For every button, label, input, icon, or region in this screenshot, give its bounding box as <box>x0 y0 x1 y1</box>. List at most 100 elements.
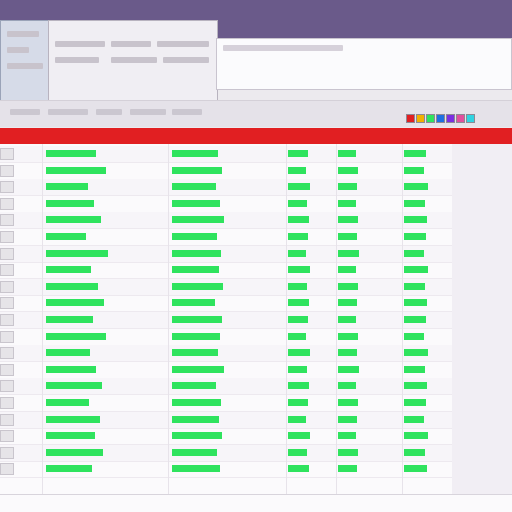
table-cell[interactable] <box>46 349 90 357</box>
column-header[interactable] <box>168 128 278 144</box>
row-header[interactable] <box>0 397 14 409</box>
table-cell[interactable] <box>404 266 428 274</box>
ribbon-item[interactable] <box>111 57 157 63</box>
table-cell[interactable] <box>338 166 358 174</box>
table-cell[interactable] <box>338 415 357 423</box>
table-cell[interactable] <box>172 282 223 290</box>
toolbar-item[interactable] <box>130 109 166 115</box>
column-header[interactable] <box>0 128 20 144</box>
table-cell[interactable] <box>288 233 308 240</box>
row-header[interactable] <box>0 314 14 326</box>
table-cell[interactable] <box>404 282 425 290</box>
table-row[interactable] <box>0 411 452 429</box>
table-row[interactable] <box>0 329 452 346</box>
color-swatch-icon[interactable] <box>466 114 475 123</box>
color-swatch-icon[interactable] <box>426 114 435 123</box>
table-cell[interactable] <box>404 399 426 406</box>
row-header[interactable] <box>0 413 14 426</box>
table-cell[interactable] <box>288 282 307 290</box>
formula-area[interactable] <box>216 38 512 90</box>
table-cell[interactable] <box>172 249 221 257</box>
table-cell[interactable] <box>338 465 357 473</box>
table-cell[interactable] <box>46 266 91 274</box>
table-cell[interactable] <box>172 166 222 174</box>
table-row[interactable] <box>0 278 452 296</box>
table-cell[interactable] <box>288 432 310 440</box>
table-cell[interactable] <box>338 199 356 207</box>
ribbon-item[interactable] <box>55 57 99 63</box>
table-cell[interactable] <box>46 316 93 323</box>
table-cell[interactable] <box>338 216 358 224</box>
table-cell[interactable] <box>172 415 219 423</box>
table-cell[interactable] <box>338 282 358 290</box>
table-cell[interactable] <box>404 299 427 307</box>
table-cell[interactable] <box>172 233 217 240</box>
table-cell[interactable] <box>46 233 86 240</box>
table-row[interactable] <box>0 428 452 446</box>
row-header[interactable] <box>0 280 14 293</box>
table-cell[interactable] <box>288 399 308 406</box>
column-header[interactable] <box>42 128 162 144</box>
row-header[interactable] <box>0 380 14 393</box>
table-cell[interactable] <box>404 183 428 191</box>
table-cell[interactable] <box>288 465 309 473</box>
color-swatch-icon[interactable] <box>456 114 465 123</box>
table-cell[interactable] <box>172 332 220 340</box>
table-cell[interactable] <box>404 216 427 224</box>
row-header[interactable] <box>0 347 14 360</box>
table-cell[interactable] <box>172 448 217 456</box>
color-swatch-icon[interactable] <box>406 114 415 123</box>
row-header[interactable] <box>0 164 14 177</box>
table-cell[interactable] <box>46 448 103 456</box>
table-row[interactable] <box>0 312 452 329</box>
table-cell[interactable] <box>338 249 359 257</box>
table-cell[interactable] <box>338 316 356 323</box>
table-cell[interactable] <box>404 465 427 473</box>
table-cell[interactable] <box>46 216 101 224</box>
ribbon-item[interactable] <box>55 41 105 47</box>
table-cell[interactable] <box>172 199 220 207</box>
table-cell[interactable] <box>288 382 309 390</box>
row-header[interactable] <box>0 430 14 443</box>
table-cell[interactable] <box>288 299 309 307</box>
table-row[interactable] <box>0 245 452 263</box>
toolbar-item[interactable] <box>48 109 88 115</box>
row-header[interactable] <box>0 463 14 476</box>
row-header[interactable] <box>0 363 14 376</box>
toolbar-item[interactable] <box>10 109 40 115</box>
color-swatch-icon[interactable] <box>446 114 455 123</box>
table-row[interactable] <box>0 378 452 396</box>
table-cell[interactable] <box>338 349 357 357</box>
table-cell[interactable] <box>338 183 357 191</box>
table-cell[interactable] <box>288 166 306 174</box>
table-cell[interactable] <box>172 365 224 373</box>
table-cell[interactable] <box>46 415 100 423</box>
table-cell[interactable] <box>288 415 306 423</box>
table-cell[interactable] <box>338 365 359 373</box>
row-header[interactable] <box>0 214 14 227</box>
table-cell[interactable] <box>338 432 356 440</box>
column-header[interactable] <box>336 128 396 144</box>
spreadsheet-grid[interactable] <box>0 128 512 512</box>
row-header[interactable] <box>0 197 14 210</box>
table-row[interactable] <box>0 179 452 197</box>
table-cell[interactable] <box>404 332 424 340</box>
table-row[interactable] <box>0 444 452 462</box>
quick-access-panel[interactable] <box>0 20 50 102</box>
table-cell[interactable] <box>172 465 220 473</box>
table-row[interactable] <box>0 196 452 213</box>
table-cell[interactable] <box>172 183 216 191</box>
table-cell[interactable] <box>288 216 309 224</box>
ribbon-item[interactable] <box>163 57 209 63</box>
table-cell[interactable] <box>46 382 102 390</box>
table-cell[interactable] <box>172 216 224 224</box>
table-cell[interactable] <box>404 150 426 157</box>
row-header[interactable] <box>0 231 14 243</box>
table-cell[interactable] <box>46 332 106 340</box>
row-header[interactable] <box>0 148 14 160</box>
table-cell[interactable] <box>288 249 306 257</box>
table-cell[interactable] <box>338 299 357 307</box>
table-cell[interactable] <box>404 365 425 373</box>
table-row[interactable] <box>0 362 452 379</box>
table-cell[interactable] <box>288 365 307 373</box>
